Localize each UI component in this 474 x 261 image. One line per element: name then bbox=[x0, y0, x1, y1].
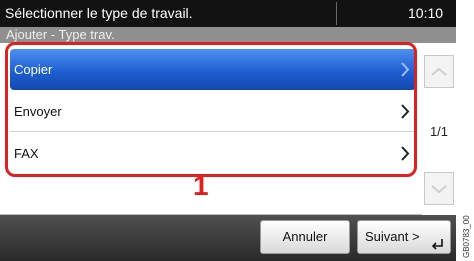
page-indicator: 1/1 bbox=[429, 124, 449, 139]
next-button[interactable]: Suivant > bbox=[357, 220, 451, 254]
scroll-up-button[interactable] bbox=[424, 55, 454, 88]
cancel-button[interactable]: Annuler bbox=[260, 220, 350, 254]
scroll-panel: 1/1 bbox=[422, 43, 456, 215]
annotation-highlight-box bbox=[5, 42, 417, 177]
clock-time: 10:10 bbox=[408, 5, 444, 21]
figure-code: GB0783_00 bbox=[462, 215, 471, 258]
header-divider bbox=[336, 2, 337, 25]
cancel-button-label: Annuler bbox=[282, 229, 328, 244]
scroll-down-button[interactable] bbox=[424, 172, 454, 205]
enter-icon bbox=[431, 239, 443, 250]
footer-bar: Annuler Suivant > bbox=[0, 215, 456, 261]
chevron-down-icon bbox=[431, 184, 447, 193]
title-bar: Sélectionner le type de travail. 10:10 bbox=[0, 0, 456, 27]
annotation-callout-number: 1 bbox=[193, 170, 209, 201]
screen-title: Sélectionner le type de travail. bbox=[5, 5, 193, 21]
breadcrumb-bar: Ajouter - Type trav. bbox=[0, 27, 456, 43]
chevron-up-icon bbox=[431, 67, 447, 76]
breadcrumb: Ajouter - Type trav. bbox=[6, 27, 115, 42]
